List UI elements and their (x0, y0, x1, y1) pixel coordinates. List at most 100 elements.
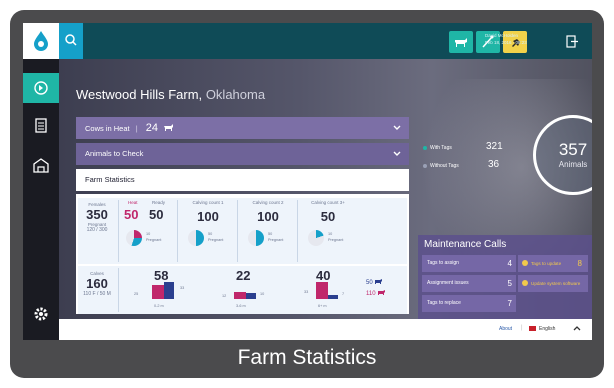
pie-sublabel: Pregnant (146, 238, 162, 242)
footer-divider: | (521, 325, 523, 331)
row-count: 4 (507, 259, 512, 268)
accordion-label: Cows in Heat (85, 124, 130, 133)
pie-label: 10 (146, 232, 151, 236)
pie-sublabel: Pregnant (268, 238, 284, 242)
pie-sublabel: Pregnant (328, 238, 344, 242)
search-icon (65, 34, 77, 46)
heat-ready-pie (126, 230, 142, 246)
row-label: Update system software (531, 281, 581, 286)
row-count: 5 (507, 279, 512, 288)
farm-state: Oklahoma (205, 87, 266, 102)
row-label: Tags to replace (427, 300, 461, 306)
stage-value: 100 (197, 209, 219, 224)
assignment-issues-row[interactable]: Assignment issues 5 (422, 275, 516, 292)
male-bar (164, 282, 174, 299)
male-count: 33 (180, 286, 185, 290)
male-bar (328, 295, 338, 299)
females-total: 350 (86, 207, 108, 222)
heat-count: 24 (145, 122, 158, 134)
us-flag-icon (529, 326, 536, 331)
animals-label: Animals (558, 160, 588, 169)
language-select[interactable]: English (539, 326, 555, 332)
divider (118, 200, 119, 262)
animals-count: 357 (558, 140, 588, 159)
tags-to-assign-row[interactable]: Tags to assign 4 (422, 255, 516, 272)
app-logo[interactable] (23, 23, 59, 59)
without-tags-value: 36 (488, 159, 500, 170)
cows-in-heat-accordion[interactable]: Cows in Heat | 24 (76, 117, 409, 139)
row-count: 7 (507, 299, 512, 308)
with-tags-dot (423, 146, 427, 150)
top-bar: David McHolden Feb 18, 2016 · 08:23 (23, 23, 592, 59)
female-bar (316, 282, 328, 299)
calves-age-group-1[interactable]: 58 25 33 0-2 m (122, 268, 202, 312)
group-value: 22 (236, 268, 251, 283)
search-button[interactable] (59, 23, 83, 59)
ready-value: 50 (149, 207, 164, 222)
females-summary: Females 350 Pregnant 120 / 300 (78, 202, 116, 233)
pie-label: 50 (208, 232, 213, 236)
calving-2-stage[interactable]: Calving count 2 100 50 Pregnant (240, 200, 296, 246)
heat-ready-stage[interactable]: Heat Ready 50 50 10 Pregnant (122, 200, 176, 246)
calves-total: 160 (86, 276, 108, 291)
group-value: 58 (154, 268, 169, 283)
farm-statistics-accordion[interactable]: Farm Statistics (76, 169, 409, 191)
female-summary: 110 (366, 289, 406, 297)
update-software-row[interactable]: Update system software (518, 275, 588, 292)
cow-icon (375, 279, 383, 284)
female-count: 12 (222, 294, 227, 298)
divider (118, 268, 119, 312)
calves-age-group-3[interactable]: 40 33 7 6+ m (286, 268, 366, 312)
calving-3-stage[interactable]: Calving count 3+ 50 10 Pregnant (300, 200, 356, 246)
stage-value: 100 (257, 209, 279, 224)
herd-quick-button[interactable] (449, 31, 473, 53)
with-tags-label: With Tags (430, 145, 452, 151)
maintenance-calls-panel: Maintenance Calls Tags to assign 4 Assig… (418, 235, 592, 319)
male-bar (246, 293, 256, 299)
age-range: 0-2 m (154, 304, 164, 308)
animals-to-check-accordion[interactable]: Animals to Check (76, 143, 409, 165)
logout-icon[interactable] (566, 35, 578, 48)
row-count: 8 (577, 259, 582, 268)
user-name: David McHolden (485, 33, 519, 38)
user-info[interactable]: David McHolden Feb 18, 2016 · 08:23 (485, 32, 527, 46)
pie-label: 10 (328, 232, 333, 236)
row-label: Tags to assign (427, 260, 459, 266)
about-link[interactable]: About (499, 326, 512, 332)
stage-label: Calving count 2 (252, 200, 284, 205)
sidebar (23, 59, 59, 340)
female-summary-value: 110 (366, 291, 376, 297)
chevron-down-icon (393, 125, 401, 130)
barn-icon (33, 158, 49, 173)
age-range: 3-6 m (236, 304, 246, 308)
cow-icon (455, 38, 467, 47)
pie-label: 50 (268, 232, 273, 236)
chevron-up-icon[interactable] (573, 325, 581, 331)
stage-label: Calving count 1 (192, 200, 224, 205)
gear-icon (34, 307, 48, 321)
tags-to-replace-row[interactable]: Tags to replace 7 (422, 295, 516, 312)
female-bar (234, 292, 246, 299)
drop-logo-icon (34, 31, 48, 51)
heat-label: Heat (128, 200, 138, 205)
calves-ratio: 110 F / 50 M (83, 291, 111, 297)
female-bar (152, 285, 164, 299)
sidebar-item-reports[interactable] (23, 111, 59, 141)
calves-age-group-2[interactable]: 22 12 10 3-6 m (204, 268, 284, 312)
accordion-label: Farm Statistics (85, 175, 135, 184)
calving-1-stage[interactable]: Calving count 1 100 50 Pregnant (180, 200, 236, 246)
divider (177, 200, 178, 262)
warning-icon (522, 280, 528, 286)
dashboard-icon (34, 81, 48, 95)
pie-sublabel: Pregnant (208, 238, 224, 242)
female-count: 25 (134, 292, 139, 296)
row-label: Tags to update (531, 261, 562, 266)
tags-to-update-row[interactable]: Tags to update 8 (518, 255, 588, 272)
calving-3-pie (308, 230, 324, 246)
sidebar-item-barn[interactable] (23, 151, 59, 181)
female-count: 33 (304, 290, 309, 294)
sidebar-item-settings[interactable] (23, 299, 59, 329)
sidebar-item-dashboard[interactable] (23, 73, 59, 103)
accordion-label: Animals to Check (85, 149, 144, 158)
warning-icon (522, 260, 528, 266)
